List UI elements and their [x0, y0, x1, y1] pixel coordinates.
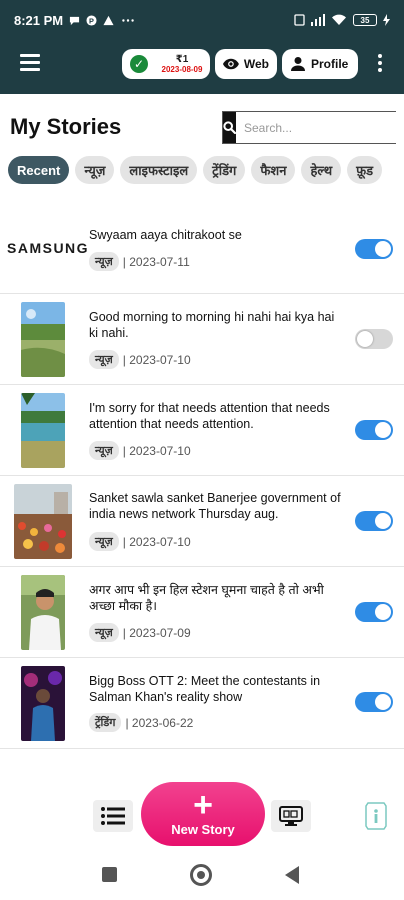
story-category: ट्रेंडिंग — [89, 713, 122, 732]
tab-recent[interactable]: Recent — [8, 156, 70, 184]
story-row[interactable]: Good morning to morning hi nahi hai kya … — [0, 294, 404, 385]
story-meta: न्यूज़ | 2023-07-11 — [89, 252, 190, 271]
search-icon[interactable] — [223, 112, 236, 143]
story-category: न्यूज़ — [89, 350, 119, 369]
tab-lifestyle[interactable]: लाइफस्टाइल — [120, 156, 198, 184]
eye-icon — [223, 58, 239, 70]
story-meta: न्यूज़ | 2023-07-09 — [89, 623, 191, 642]
status-right: 35 — [294, 14, 390, 26]
story-title: Sanket sawla sanket Banerjee government … — [89, 491, 341, 521]
app-bar: ✓ ₹1 2023-08-09 Web Profile — [0, 44, 404, 84]
story-meta: न्यूज़ | 2023-07-10 — [89, 532, 191, 551]
web-label: Web — [243, 57, 269, 71]
back-icon[interactable] — [285, 866, 299, 884]
story-meta: ट्रेंडिंग | 2023-06-22 — [89, 713, 193, 732]
story-row[interactable]: Bigg Boss OTT 2: Meet the contestants in… — [0, 658, 404, 749]
new-story-button[interactable]: + New Story — [141, 782, 265, 846]
preview-button[interactable] — [271, 800, 311, 832]
story-date: | 2023-07-10 — [122, 352, 191, 367]
story-row[interactable]: अगर आप भी इन हिल स्टेशन घूमना चाहते है त… — [0, 567, 404, 658]
check-icon: ✓ — [130, 55, 148, 73]
bottom-action-bar: + New Story — [0, 780, 404, 850]
story-list: SAMSUNG Swyaam aaya chitrakoot se न्यूज़… — [0, 203, 404, 749]
system-nav-bar — [0, 850, 404, 900]
story-date: | 2023-07-10 — [122, 534, 191, 549]
story-thumbnail — [21, 302, 65, 377]
wifi-icon — [332, 14, 346, 25]
status-time: 8:21 PM — [14, 12, 64, 28]
publish-toggle[interactable] — [355, 420, 393, 440]
chat-icon — [70, 16, 80, 25]
recents-icon[interactable] — [102, 867, 117, 882]
story-title: I'm sorry for that needs attention that … — [89, 401, 330, 431]
publish-toggle[interactable] — [355, 602, 393, 622]
samsung-logo: SAMSUNG — [7, 240, 90, 256]
tab-trending[interactable]: ट्रेंडिंग — [203, 156, 246, 184]
wallet-date: 2023-08-09 — [161, 64, 203, 74]
person-icon — [291, 57, 305, 71]
wallet-text: ₹1 2023-08-09 — [156, 54, 208, 75]
app-header: 8:21 PM P 35 ✓ ₹1 2023-08-09 Web Profile — [0, 0, 404, 94]
plus-icon: + — [193, 786, 213, 824]
story-category: न्यूज़ — [89, 441, 119, 460]
story-meta: न्यूज़ | 2023-07-10 — [89, 350, 191, 369]
profile-label: Profile — [311, 57, 349, 71]
story-category: न्यूज़ — [89, 252, 119, 271]
story-thumbnail — [21, 393, 65, 468]
story-title: अगर आप भी इन हिल स्टेशन घूमना चाहते है त… — [89, 583, 324, 613]
list-view-button[interactable] — [93, 800, 133, 832]
category-tabs: Recent न्यूज़ लाइफस्टाइल ट्रेंडिंग फैशन … — [8, 156, 404, 186]
brand-icon: P — [86, 14, 97, 26]
publish-toggle[interactable] — [355, 239, 393, 259]
list-icon — [101, 807, 125, 825]
web-button[interactable]: Web — [215, 49, 277, 79]
hamburger-menu-icon[interactable] — [20, 54, 40, 72]
info-button[interactable] — [362, 800, 390, 832]
charging-icon — [383, 14, 390, 26]
battery-icon: 35 — [353, 14, 377, 26]
search-box — [222, 111, 399, 144]
tab-food[interactable]: फ़ूड — [347, 156, 383, 184]
story-category: न्यूज़ — [89, 623, 119, 642]
alert-icon — [103, 15, 114, 25]
more-dots-icon — [122, 18, 134, 22]
svg-text:P: P — [89, 16, 94, 25]
story-thumbnail — [21, 666, 65, 741]
tab-health[interactable]: हेल्थ — [301, 156, 342, 184]
story-title: Bigg Boss OTT 2: Meet the contestants in… — [89, 674, 321, 704]
overflow-menu-icon[interactable] — [374, 54, 386, 74]
story-title: Swyaam aaya chitrakoot se — [89, 228, 242, 242]
status-bar: 8:21 PM P 35 — [0, 0, 404, 40]
publish-toggle[interactable] — [355, 692, 393, 712]
story-date: | 2023-07-10 — [122, 443, 191, 458]
home-icon[interactable] — [190, 864, 212, 886]
story-category: न्यूज़ — [89, 532, 119, 551]
story-row[interactable]: Sanket sawla sanket Banerjee government … — [0, 476, 404, 567]
tab-news[interactable]: न्यूज़ — [75, 156, 115, 184]
wallet-amount: ₹1 — [175, 53, 189, 65]
new-story-label: New Story — [171, 822, 235, 837]
publish-toggle[interactable] — [355, 511, 393, 531]
search-input[interactable] — [236, 112, 399, 143]
story-row[interactable]: SAMSUNG Swyaam aaya chitrakoot se न्यूज़… — [0, 203, 404, 294]
story-date: | 2023-07-11 — [122, 254, 190, 269]
tab-fashion[interactable]: फैशन — [251, 156, 296, 184]
story-thumbnail — [21, 575, 65, 650]
signal-icon — [311, 14, 325, 26]
story-date: | 2023-06-22 — [125, 715, 194, 730]
story-date: | 2023-07-09 — [122, 625, 191, 640]
wallet-balance-badge[interactable]: ✓ ₹1 2023-08-09 — [122, 49, 210, 79]
story-meta: न्यूज़ | 2023-07-10 — [89, 441, 191, 460]
sim-icon — [294, 14, 305, 26]
profile-button[interactable]: Profile — [282, 49, 358, 79]
monitor-icon — [279, 806, 303, 826]
story-title: Good morning to morning hi nahi hai kya … — [89, 310, 335, 340]
story-thumbnail — [14, 484, 72, 559]
page-title: My Stories — [10, 114, 122, 139]
publish-toggle[interactable] — [355, 329, 393, 349]
info-icon — [365, 802, 387, 830]
notification-icons: P — [69, 14, 136, 26]
story-row[interactable]: I'm sorry for that needs attention that … — [0, 385, 404, 476]
